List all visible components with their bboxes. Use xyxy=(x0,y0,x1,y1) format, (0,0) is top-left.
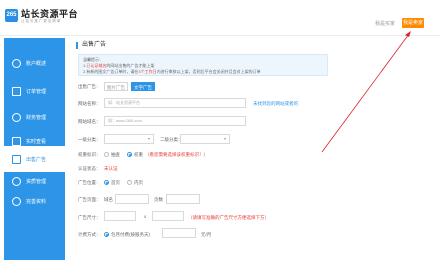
annotation-arrow xyxy=(321,31,411,153)
